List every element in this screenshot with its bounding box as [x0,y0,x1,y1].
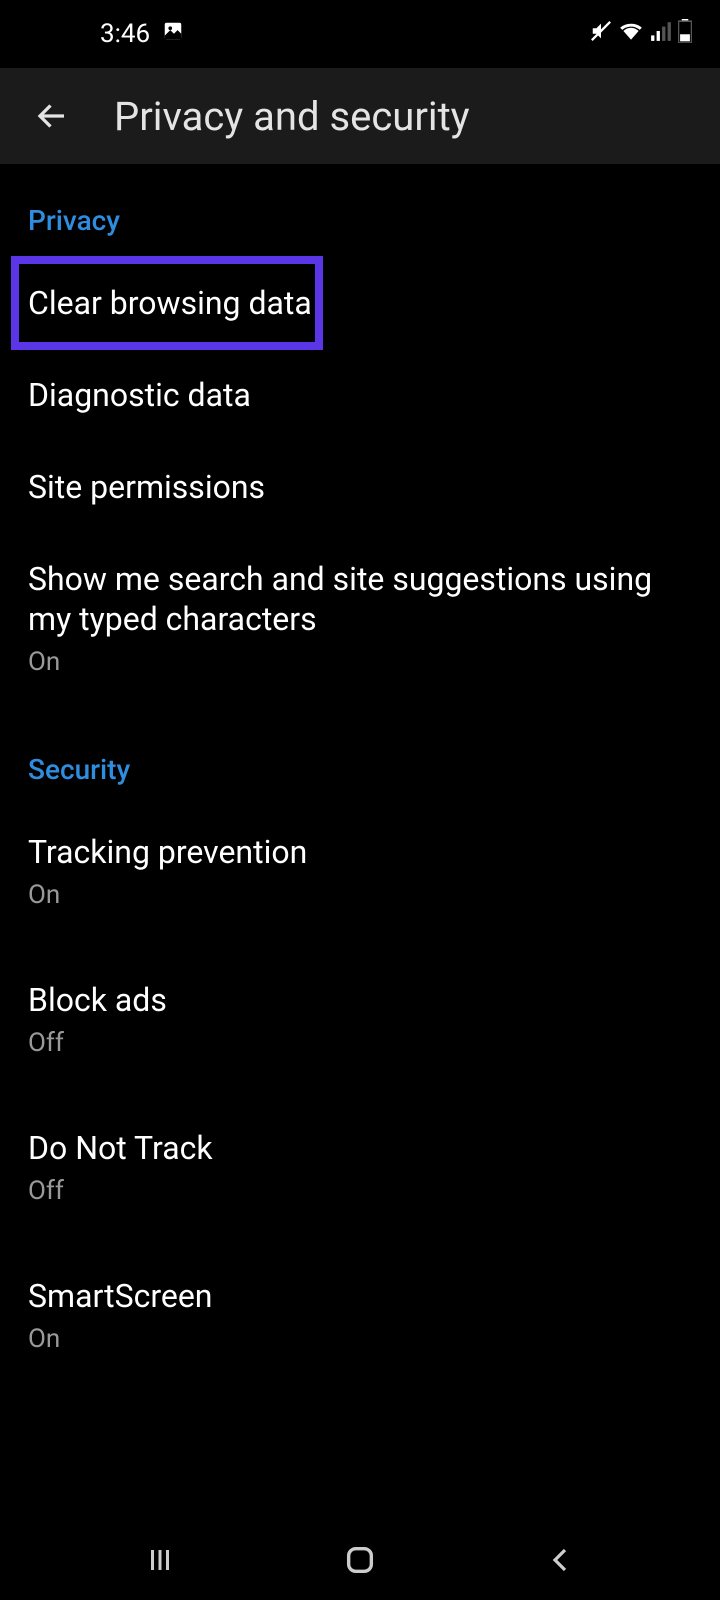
section-header-security: Security [0,743,720,806]
item-search-suggestions[interactable]: Show me search and site suggestions usin… [0,533,720,703]
page-title: Privacy and security [114,93,470,140]
system-nav-bar [0,1520,720,1600]
home-icon [343,1543,377,1577]
wifi-icon [618,19,644,49]
item-status: On [28,880,692,910]
recents-icon [145,1545,175,1575]
status-left: 3:46 [100,19,184,49]
item-diagnostic-data[interactable]: Diagnostic data [0,349,720,441]
item-status: Off [28,1176,692,1206]
chevron-left-icon [547,1545,573,1575]
item-do-not-track[interactable]: Do Not Track Off [0,1102,720,1232]
item-block-ads[interactable]: Block ads Off [0,954,720,1084]
app-bar: Privacy and security [0,68,720,164]
nav-recents-button[interactable] [130,1530,190,1590]
signal-icon [650,19,672,49]
item-title: Site permissions [28,467,692,507]
mute-icon [590,19,612,49]
item-title: Tracking prevention [28,832,692,872]
item-tracking-prevention[interactable]: Tracking prevention On [0,806,720,936]
item-clear-browsing-data[interactable]: Clear browsing data [0,257,720,349]
nav-back-button[interactable] [530,1530,590,1590]
screenshot-icon [162,19,184,49]
item-title: Do Not Track [28,1128,692,1168]
item-title: Show me search and site suggestions usin… [28,559,692,639]
battery-icon [678,19,692,50]
item-title: SmartScreen [28,1276,692,1316]
item-status: On [28,647,692,677]
nav-home-button[interactable] [330,1530,390,1590]
item-status: On [28,1324,692,1354]
item-title: Block ads [28,980,692,1020]
item-site-permissions[interactable]: Site permissions [0,441,720,533]
status-time: 3:46 [100,19,150,49]
item-title: Clear browsing data [28,283,692,323]
item-title: Diagnostic data [28,375,692,415]
settings-content: Privacy Clear browsing data Diagnostic d… [0,164,720,1380]
back-button[interactable] [30,94,74,138]
item-smartscreen[interactable]: SmartScreen On [0,1250,720,1380]
arrow-left-icon [34,98,70,134]
status-bar: 3:46 [0,0,720,68]
item-status: Off [28,1028,692,1058]
section-header-privacy: Privacy [0,194,720,257]
status-right [590,19,692,50]
